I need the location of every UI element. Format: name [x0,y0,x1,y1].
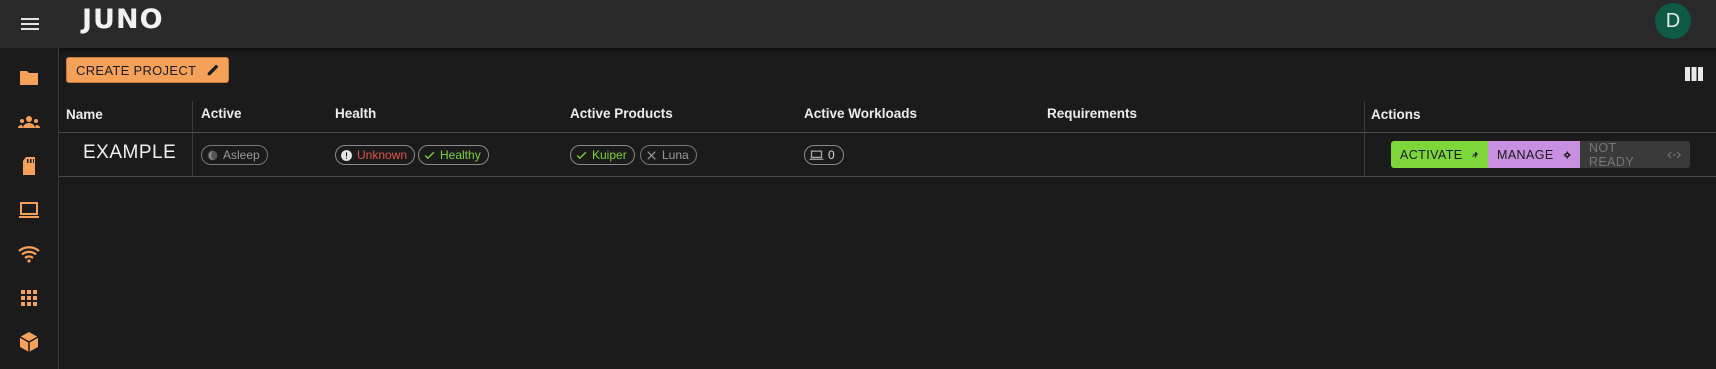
not-ready-button[interactable]: NOT READY [1580,140,1690,169]
status-chip-asleep: Asleep [201,145,268,165]
code-icon [1666,151,1681,158]
column-header-actions: Actions [1371,107,1421,122]
wifi-icon[interactable] [17,242,41,266]
column-header-name[interactable]: Name [66,107,103,122]
groups-icon[interactable] [17,110,41,134]
package-icon[interactable] [17,330,41,354]
project-name: EXAMPLE [83,142,177,163]
health-chip-healthy: Healthy [418,145,489,165]
column-header-requirements[interactable]: Requirements [1047,106,1137,121]
status-chip-label: Asleep [223,148,260,162]
table-row: EXAMPLE Asleep Unknown Healthy Kuiper Lu… [59,133,1716,177]
view-columns-icon[interactable] [1684,65,1704,83]
create-project-label: CREATE PROJECT [76,62,197,78]
manage-button[interactable]: MANAGE [1488,141,1580,168]
column-header-health[interactable]: Health [335,106,376,121]
menu-icon[interactable] [18,12,42,36]
check-icon [424,151,435,159]
activate-button[interactable]: ACTIVATE [1391,141,1488,168]
workloads-chip: 0 [804,145,844,165]
health-chip-label: Unknown [357,148,408,162]
check-icon [576,151,587,159]
product-chip-kuiper: Kuiper [570,145,635,165]
activate-label: ACTIVATE [1400,147,1463,162]
product-chip-label: Luna [662,148,689,162]
gear-icon [1563,150,1571,159]
health-chip-label: Healthy [440,148,481,162]
alert-icon [341,149,352,161]
projects-table: Name Active Health Active Products Activ… [59,95,1716,177]
moon-icon [207,150,218,160]
manage-label: MANAGE [1497,147,1554,162]
pencil-icon [208,64,219,76]
rocket-icon [1472,151,1479,158]
product-chip-luna: Luna [640,145,697,165]
sidebar [0,48,59,369]
product-chip-label: Kuiper [592,148,627,162]
laptop-icon [809,150,824,160]
avatar[interactable]: D [1655,3,1691,39]
folder-icon[interactable] [17,66,41,90]
sd-card-icon[interactable] [17,154,41,178]
not-ready-label: NOT READY [1589,140,1635,169]
app-logo[interactable]: JUNO [82,3,164,35]
logo-text: JUNO [82,3,164,35]
column-header-active[interactable]: Active [201,106,242,121]
avatar-initial: D [1665,9,1681,32]
create-project-button[interactable]: CREATE PROJECT [66,57,230,83]
close-icon [647,150,656,160]
column-header-active-products[interactable]: Active Products [570,106,673,121]
column-header-active-workloads[interactable]: Active Workloads [804,106,917,121]
health-chip-unknown: Unknown [335,145,416,165]
top-app-bar: JUNO D [0,0,1716,48]
apps-grid-icon[interactable] [17,286,41,310]
workloads-count: 0 [828,148,835,162]
table-header: Name Active Health Active Products Activ… [59,95,1716,133]
laptop-icon[interactable] [17,198,41,222]
